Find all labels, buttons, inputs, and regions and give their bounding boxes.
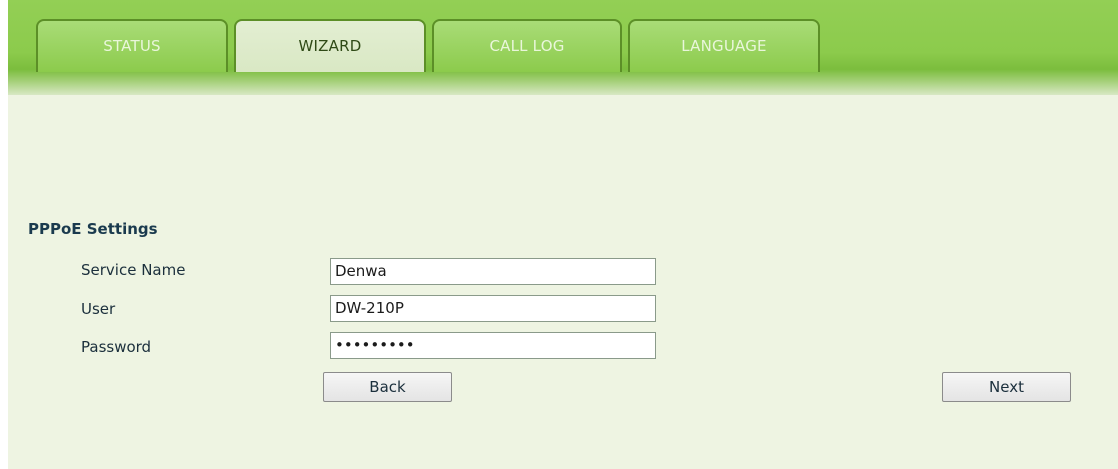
user-label: User [81, 300, 116, 318]
back-button[interactable]: Back [323, 372, 452, 402]
next-button[interactable]: Next [942, 372, 1071, 402]
tab-wizard[interactable]: WIZARD [234, 19, 426, 72]
service-name-input[interactable]: Denwa [330, 258, 656, 285]
tab-status[interactable]: STATUS [36, 19, 228, 72]
password-label: Password [81, 338, 152, 356]
section-title: PPPoE Settings [28, 220, 158, 238]
tab-language[interactable]: LANGUAGE [628, 19, 820, 72]
left-page-border [0, 0, 8, 469]
wizard-page: STATUS WIZARD CALL LOG LANGUAGE PPPoE Se… [0, 0, 1118, 469]
user-input[interactable]: DW-210P [330, 295, 656, 322]
service-name-label: Service Name [81, 261, 186, 279]
tab-call-log[interactable]: CALL LOG [432, 19, 622, 72]
password-input[interactable]: ••••••••• [330, 332, 656, 359]
